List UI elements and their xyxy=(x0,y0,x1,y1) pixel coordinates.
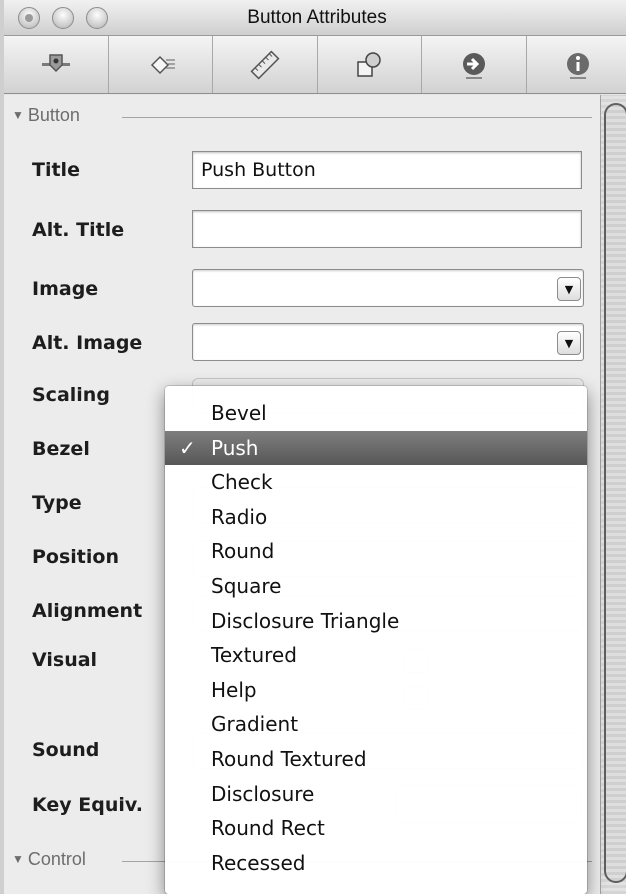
menu-item[interactable]: Round Rect xyxy=(165,811,587,846)
title-label: Title xyxy=(32,159,80,181)
menu-item-label: Help xyxy=(211,677,257,702)
image-label: Image xyxy=(32,278,99,300)
checkmark-icon: ✓ xyxy=(179,435,196,460)
menu-item-label: Push xyxy=(211,435,259,460)
alt-title-field[interactable] xyxy=(192,210,582,248)
sound-label: Sound xyxy=(32,739,100,761)
menu-item-label: Bevel xyxy=(211,401,267,425)
tab-attributes[interactable] xyxy=(4,36,109,93)
menu-item[interactable]: Disclosure Triangle xyxy=(165,604,587,639)
menu-item[interactable]: Disclosure xyxy=(165,777,587,812)
menu-item[interactable]: Help xyxy=(165,673,587,708)
menu-item-label: Gradient xyxy=(211,712,299,737)
menu-item-label: Square xyxy=(211,573,282,598)
tab-effects[interactable] xyxy=(109,36,213,93)
visual-label: Visual xyxy=(32,649,98,671)
menu-item[interactable]: Round Textured xyxy=(165,742,587,777)
bindings-tab-icon xyxy=(357,51,381,77)
tab-connections[interactable] xyxy=(422,36,527,93)
menu-item[interactable]: Square xyxy=(165,569,587,604)
chevron-down-icon[interactable]: ▼ xyxy=(557,277,581,301)
image-combo-box[interactable]: ▼ xyxy=(192,269,584,307)
tab-size[interactable] xyxy=(213,36,318,93)
menu-item-label: Disclosure Triangle xyxy=(211,608,400,633)
menu-item-label: Round xyxy=(211,539,275,564)
window-title: Button Attributes xyxy=(247,7,387,28)
menu-item-label: Round Rect xyxy=(211,816,325,841)
menu-item-label: Disclosure xyxy=(211,781,315,806)
type-label: Type xyxy=(32,492,82,514)
connections-arrow-tab-icon xyxy=(462,52,485,79)
key-equiv-label: Key Equiv. xyxy=(32,794,143,816)
alt-image-label: Alt. Image xyxy=(32,332,143,354)
menu-item[interactable]: Round xyxy=(165,534,587,569)
menu-item[interactable]: Check xyxy=(165,465,587,500)
button-section-header[interactable]: ▼ Button xyxy=(12,105,592,131)
alt-title-label: Alt. Title xyxy=(32,219,125,241)
menu-item-label: Textured xyxy=(211,643,297,668)
size-ruler-tab-icon xyxy=(250,50,280,79)
tab-bindings[interactable] xyxy=(318,36,422,93)
bezel-popup-menu: Bevel ✓ Push Check Radio Round Square Disclosur… xyxy=(165,386,587,894)
menu-item[interactable]: ✓ Push xyxy=(165,430,587,466)
inspector-window: Button Attributes ▼ Button Title Push Bu… xyxy=(0,0,626,894)
vertical-scrollbar[interactable] xyxy=(600,95,626,894)
scaling-label: Scaling xyxy=(32,384,110,406)
disclosure-triangle-icon: ▼ xyxy=(12,852,24,866)
title-field[interactable]: Push Button xyxy=(192,151,582,189)
effects-tab-icon xyxy=(151,55,176,74)
tab-info[interactable] xyxy=(527,36,626,93)
menu-item[interactable]: Radio xyxy=(165,500,587,535)
alt-image-combo-box[interactable]: ▼ xyxy=(192,323,584,361)
inspector-toolbar xyxy=(4,36,626,94)
menu-item[interactable]: Bevel xyxy=(165,396,587,431)
section-divider xyxy=(122,117,592,118)
menu-item-label: Recessed xyxy=(211,850,306,875)
alignment-label: Alignment xyxy=(32,600,143,622)
disclosure-triangle-icon: ▼ xyxy=(12,108,24,122)
position-label: Position xyxy=(32,546,119,568)
menu-item-label: Radio xyxy=(211,504,268,529)
title-bar: Button Attributes xyxy=(4,0,626,36)
menu-item[interactable]: Recessed xyxy=(165,846,587,881)
menu-item[interactable]: Textured xyxy=(165,638,587,673)
bezel-label: Bezel xyxy=(32,438,90,460)
scroll-thumb[interactable] xyxy=(604,103,626,883)
chevron-down-icon[interactable]: ▼ xyxy=(557,331,581,355)
attributes-tab-icon xyxy=(41,53,70,72)
menu-item-label: Round Textured xyxy=(211,746,367,771)
menu-item[interactable]: Gradient xyxy=(165,707,587,742)
info-tab-icon xyxy=(567,52,590,79)
menu-item-label: Check xyxy=(211,470,273,495)
